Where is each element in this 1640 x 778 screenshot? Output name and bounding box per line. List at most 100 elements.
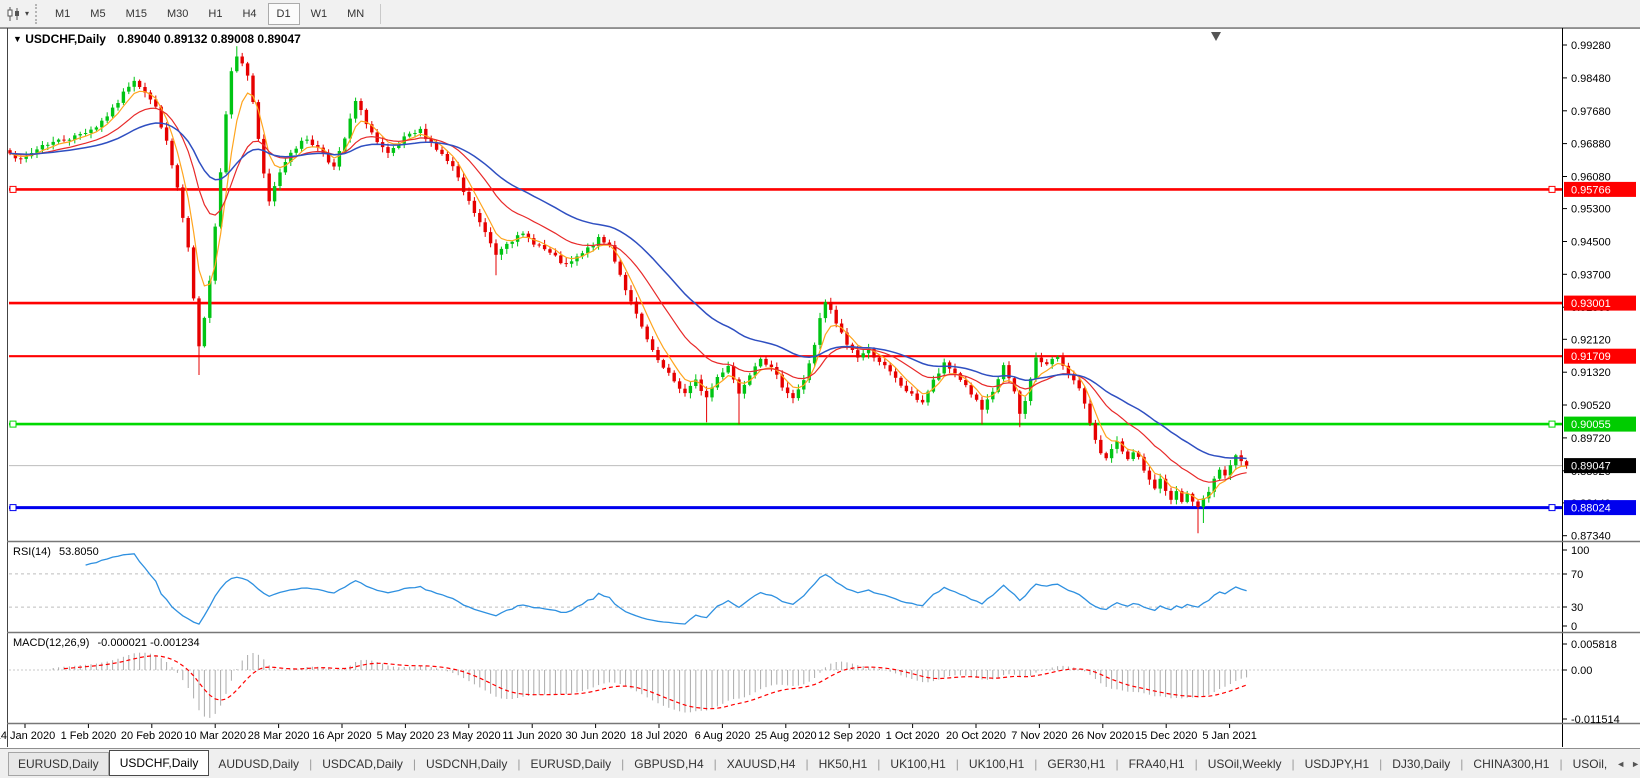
- date-axis-label[interactable]: 23 May 2020: [437, 730, 501, 742]
- chart-tab-bar: EURUSD,Daily USDCHF,Daily AUDUSD,Daily | USD…: [0, 748, 1640, 778]
- candle-body: [559, 255, 563, 264]
- candle-body: [640, 313, 644, 327]
- tab-ger30-h1[interactable]: GER30,H1: [1038, 753, 1114, 775]
- line-handle[interactable]: [9, 504, 17, 512]
- timeframe-button-w1[interactable]: W1: [302, 3, 337, 25]
- date-axis-label[interactable]: 25 Aug 2020: [755, 730, 817, 742]
- timeframe-button-m5[interactable]: M5: [81, 3, 114, 25]
- tab-dj30-daily[interactable]: DJ30,Daily: [1383, 753, 1459, 775]
- timeframe-button-m1[interactable]: M1: [46, 3, 79, 25]
- tab-uk100-h1[interactable]: UK100,H1: [881, 753, 954, 775]
- candle-body: [40, 145, 45, 150]
- candle-body: [618, 261, 622, 275]
- candle-body: [510, 241, 514, 244]
- tab-scroll-right-icon[interactable]: ►: [1631, 759, 1640, 769]
- tab-usdcad-daily[interactable]: USDCAD,Daily: [313, 753, 412, 775]
- tab-china300-h1[interactable]: CHINA300,H1: [1464, 753, 1558, 775]
- line-handle[interactable]: [1548, 185, 1556, 193]
- candle-body: [1039, 357, 1044, 363]
- date-axis-label[interactable]: 5 Jan 2021: [1202, 730, 1256, 742]
- date-axis-label[interactable]: 5 May 2020: [377, 730, 434, 742]
- timeframe-button-h4[interactable]: H4: [233, 3, 265, 25]
- candle-body: [650, 339, 655, 350]
- candle-body: [137, 80, 142, 87]
- tab-scroll-left-icon[interactable]: ◄: [1616, 759, 1625, 769]
- macd-axis-label: -0.011514: [1571, 714, 1620, 726]
- tab-eurusd-daily[interactable]: EURUSD,Daily: [8, 751, 109, 776]
- price-axis-tick-label: 0.91320: [1571, 367, 1611, 379]
- candle-body: [1126, 451, 1130, 460]
- candle-body: [267, 173, 271, 202]
- date-axis-label[interactable]: 30 Jun 2020: [565, 730, 626, 742]
- price-chart-canvas[interactable]: 0.99280 0.98480 0.97680 0.96880 0.96080 0.953…: [0, 0, 1640, 778]
- candle-body: [186, 218, 190, 248]
- date-axis-label[interactable]: 7 Nov 2020: [1011, 730, 1067, 742]
- tab-usoil-[interactable]: USOil,: [1564, 753, 1617, 775]
- tab-fra40-h1[interactable]: FRA40,H1: [1120, 753, 1194, 775]
- tab-eurusd-daily[interactable]: EURUSD,Daily: [521, 753, 620, 775]
- candle-body: [920, 399, 925, 403]
- line-handle[interactable]: [9, 420, 17, 428]
- timeframe-button-m30[interactable]: M30: [158, 3, 197, 25]
- line-handle[interactable]: [9, 185, 17, 193]
- rsi-axis-label: 100: [1571, 545, 1589, 557]
- symbol-dropdown-icon[interactable]: ▼: [13, 34, 22, 44]
- timeframe-toolbar: ▾ M1 M5 M15 M30 H1 H4 D1 W1 MN: [0, 0, 1640, 28]
- candle-body: [218, 172, 223, 227]
- candle-body: [683, 388, 687, 394]
- chart-type-button[interactable]: ▾: [2, 4, 33, 24]
- candle-body: [110, 107, 115, 117]
- chart-type-dropdown-icon[interactable]: ▾: [25, 9, 29, 18]
- date-axis-label[interactable]: 10 Mar 2020: [184, 730, 246, 742]
- date-axis-label[interactable]: 20 Oct 2020: [946, 730, 1006, 742]
- timeframe-button-h1[interactable]: H1: [199, 3, 231, 25]
- candle-body: [634, 301, 639, 314]
- candle-body: [796, 389, 801, 399]
- tab-hk50-h1[interactable]: HK50,H1: [810, 753, 877, 775]
- tab-usoil-weekly[interactable]: USOil,Weekly: [1199, 753, 1291, 775]
- date-axis-label[interactable]: 28 Mar 2020: [248, 730, 310, 742]
- candle-body: [19, 158, 23, 160]
- candle-body: [667, 367, 671, 373]
- timeframe-button-d1[interactable]: D1: [267, 2, 300, 25]
- candle-body: [953, 368, 957, 374]
- tab-usdchf-daily[interactable]: USDCHF,Daily: [108, 749, 210, 776]
- price-axis-tick-label: 0.93700: [1571, 269, 1611, 281]
- date-axis-label[interactable]: 12 Sep 2020: [818, 730, 880, 742]
- date-axis-label[interactable]: 14 Jan 2020: [0, 730, 55, 742]
- candle-body: [602, 237, 606, 243]
- mt4-window: ▾ M1 M5 M15 M30 H1 H4 D1 W1 MN 0.99280 0.98480 0.9…: [0, 0, 1640, 778]
- date-axis-label[interactable]: 18 Jul 2020: [631, 730, 688, 742]
- date-axis-label[interactable]: 1 Oct 2020: [886, 730, 940, 742]
- candle-body: [1045, 362, 1049, 365]
- candle-body: [245, 63, 250, 76]
- price-axis-tick-label: 0.90520: [1571, 400, 1611, 412]
- timeframe-button-m15[interactable]: M15: [117, 3, 156, 25]
- tab-audusd-daily[interactable]: AUDUSD,Daily: [209, 753, 308, 775]
- timeframe-button-mn[interactable]: MN: [338, 3, 373, 25]
- candle-body: [488, 232, 493, 244]
- tab-xauusd-h4[interactable]: XAUUSD,H4: [718, 753, 805, 775]
- date-axis-label[interactable]: 15 Dec 2020: [1135, 730, 1197, 742]
- line-handle[interactable]: [1548, 420, 1556, 428]
- toolbar-grip[interactable]: [35, 3, 41, 24]
- date-axis-label[interactable]: 16 Apr 2020: [312, 730, 371, 742]
- candle-body: [856, 350, 860, 358]
- date-axis-label[interactable]: 20 Feb 2020: [121, 730, 183, 742]
- tab-usdjpy-h1[interactable]: USDJPY,H1: [1296, 753, 1378, 775]
- candle-body: [1223, 469, 1227, 476]
- line-handle[interactable]: [1548, 504, 1556, 512]
- candle-body: [94, 127, 99, 130]
- date-axis-label[interactable]: 6 Aug 2020: [695, 730, 751, 742]
- candle-body: [305, 139, 309, 141]
- date-axis-label[interactable]: 26 Nov 2020: [1072, 730, 1134, 742]
- candle-body: [910, 391, 914, 394]
- tab-gbpusd-h4[interactable]: GBPUSD,H4: [625, 753, 712, 775]
- candle-body: [132, 80, 136, 87]
- tab-uk100-h1[interactable]: UK100,H1: [960, 753, 1033, 775]
- date-axis-label[interactable]: 11 Jun 2020: [502, 730, 562, 742]
- candle-body: [818, 318, 822, 345]
- candle-body: [418, 128, 423, 133]
- date-axis-label[interactable]: 1 Feb 2020: [61, 730, 117, 742]
- tab-usdcnh-daily[interactable]: USDCNH,Daily: [417, 753, 516, 775]
